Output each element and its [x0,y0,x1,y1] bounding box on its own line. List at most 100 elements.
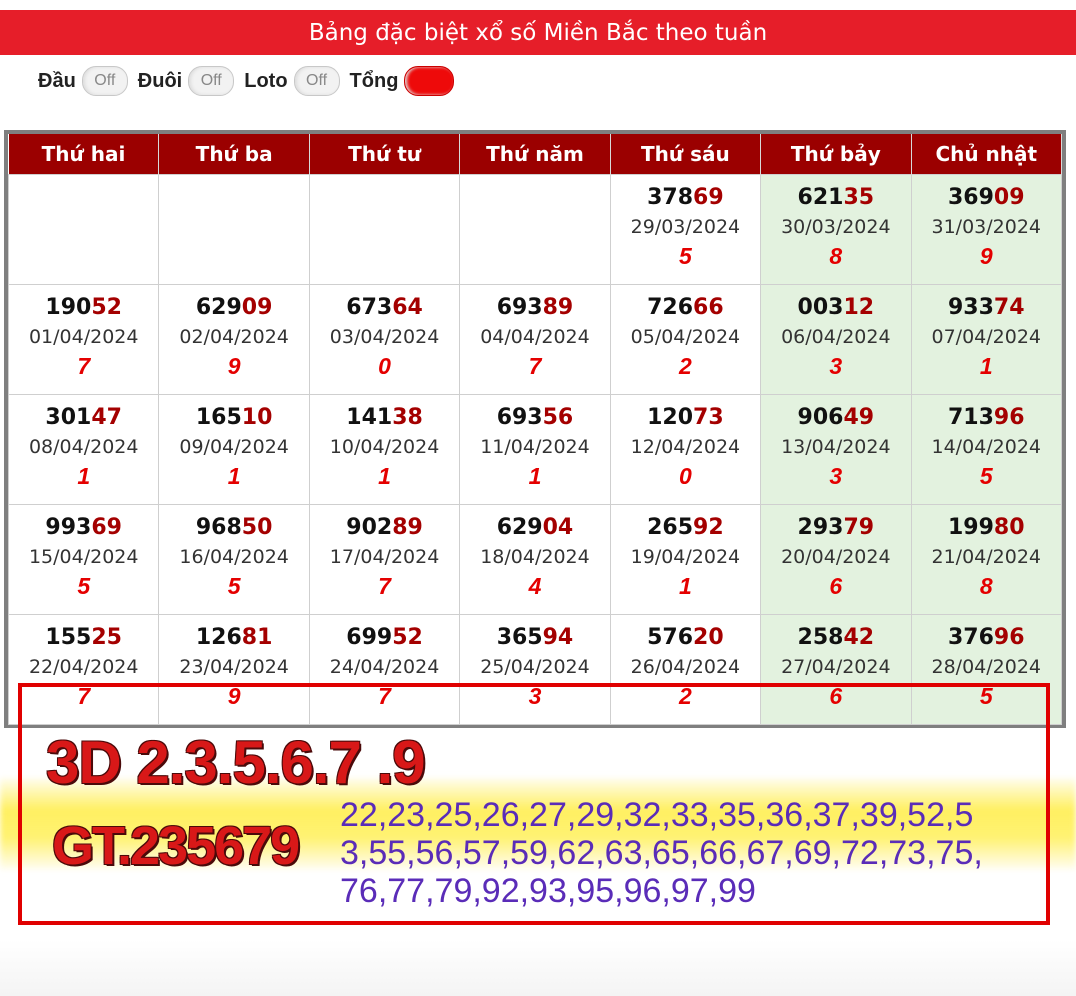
result-cell: 29379 20/04/2024 6 [760,504,912,615]
number-head: 726 [647,295,694,320]
draw-date: 31/03/2024 [931,216,1042,238]
digit-sum: 1 [227,463,241,489]
digit-sum: 1 [77,463,91,489]
number-head: 576 [647,625,694,650]
number-tail: 52 [91,295,122,320]
special-prize-number: 15525 [9,625,158,650]
special-prize-number: 69952 [310,625,459,650]
result-cell: 67364 03/04/2024 0 [308,284,461,395]
number-head: 365 [496,625,543,650]
special-prize-number: 25842 [761,625,910,650]
draw-date: 29/03/2024 [630,216,741,238]
draw-date: 19/04/2024 [630,546,741,568]
number-tail: 94 [542,625,574,650]
number-head: 199 [947,515,994,540]
draw-date: 09/04/2024 [179,436,289,458]
table-body: 37869 29/03/2024 5 62135 30/03/2024 8 36909 31/… [7,174,1063,725]
toggle-dau[interactable]: Off [81,66,128,96]
digit-sum: 4 [528,573,542,599]
digit-sum: 1 [679,573,692,599]
annotation-3d: 3D 2.3.5.6.7 .9 [46,729,426,796]
number-head: 699 [346,625,393,650]
special-prize-number: 16510 [159,405,308,430]
page-title-bar: Bảng đặc biệt xổ số Miền Bắc theo tuần [0,10,1076,55]
toggle-loto[interactable]: Off [293,66,340,96]
number-tail: 25 [91,625,122,650]
result-cell: 62135 30/03/2024 8 [760,174,912,285]
number-tail: 10 [241,405,273,430]
draw-date: 26/04/2024 [630,656,741,678]
annotation-gt: GT.235679 [52,816,300,876]
number-tail: 20 [693,625,724,650]
draw-date: 30/03/2024 [781,216,891,238]
result-cell: 14138 10/04/2024 1 [308,394,461,505]
result-cell: 19052 01/04/2024 7 [7,284,160,395]
number-tail: 64 [392,295,423,320]
draw-date: 25/04/2024 [480,656,590,678]
result-cell: 16510 09/04/2024 1 [158,394,310,505]
table-row: 30147 08/04/2024 1 16510 09/04/2024 1 14138 10/… [7,394,1063,505]
draw-date: 27/04/2024 [781,656,891,678]
draw-date: 07/04/2024 [931,326,1042,348]
special-prize-number: 90649 [761,405,910,430]
col-header-monday: Thứ hai [8,134,160,175]
result-cell: 26592 19/04/2024 1 [609,504,762,615]
number-head: 993 [45,515,92,540]
number-head: 933 [947,295,994,320]
number-head: 141 [346,405,393,430]
number-tail: 80 [993,515,1025,540]
result-cell [459,174,611,285]
result-cell: 62909 02/04/2024 9 [158,284,310,395]
number-tail: 50 [241,515,273,540]
number-head: 629 [195,295,242,320]
digit-sum: 6 [829,573,843,599]
toggle-label-duoi: Đuôi [137,69,183,92]
number-tail: 56 [542,405,574,430]
toggle-tong[interactable] [404,66,455,96]
draw-date: 14/04/2024 [931,436,1042,458]
number-head: 673 [346,295,393,320]
digit-sum: 7 [528,353,542,379]
digit-sum: 1 [528,463,542,489]
result-cell: 96850 16/04/2024 5 [158,504,310,615]
number-head: 293 [797,515,844,540]
number-head: 265 [647,515,694,540]
number-head: 713 [947,405,994,430]
number-head: 906 [797,405,844,430]
number-tail: 96 [993,625,1025,650]
special-prize-number: 36594 [460,625,609,650]
number-head: 693 [496,295,543,320]
number-tail: 74 [993,295,1025,320]
special-prize-number: 19980 [912,515,1061,540]
number-head: 301 [45,405,92,430]
result-cell: 90649 13/04/2024 3 [760,394,912,505]
col-header-friday: Thứ sáu [610,134,762,175]
number-head: 003 [797,295,844,320]
special-prize-number: 93374 [912,295,1061,320]
number-head: 629 [496,515,543,540]
draw-date: 01/04/2024 [28,326,139,348]
draw-date: 06/04/2024 [781,326,891,348]
draw-date: 02/04/2024 [179,326,289,348]
result-cell: 69389 04/04/2024 7 [459,284,611,395]
special-prize-number: 69389 [460,295,609,320]
number-tail: 35 [843,185,875,210]
special-prize-number: 26592 [611,515,760,540]
digit-sum: 9 [227,353,241,379]
toggle-duoi[interactable]: Off [188,66,235,96]
number-head: 968 [195,515,242,540]
number-tail: 66 [693,295,724,320]
digit-sum: 7 [378,573,391,599]
number-tail: 69 [693,185,724,210]
special-prize-number: 29379 [761,515,910,540]
special-prize-number: 30147 [9,405,158,430]
number-tail: 89 [542,295,574,320]
draw-date: 18/04/2024 [480,546,590,568]
number-head: 165 [195,405,242,430]
table-row: 19052 01/04/2024 7 62909 02/04/2024 9 67364 03/… [7,284,1063,395]
col-header-sunday: Chủ nhật [911,134,1063,175]
col-header-tuesday: Thứ ba [158,134,310,175]
number-head: 621 [797,185,844,210]
footer-area [0,940,1076,996]
draw-date: 16/04/2024 [179,546,289,568]
